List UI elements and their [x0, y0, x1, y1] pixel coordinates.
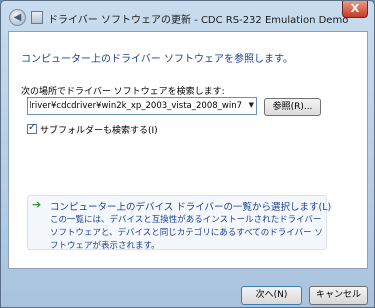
subfolder-label: サブフォルダーも検索する(I)	[40, 126, 158, 136]
back-arrow-icon: ◀	[13, 12, 22, 23]
driver-update-dialog: X ◀ ドライバー ソフトウェアの更新 - CDC RS-232 Emulati…	[0, 0, 375, 308]
path-input[interactable]: loads¥cdcdriver¥cdcdriver¥win2k_xp_2003_…	[30, 101, 242, 111]
title-bar: ◀ ドライバー ソフトウェアの更新 - CDC RS-232 Emulation…	[1, 9, 348, 29]
path-combobox[interactable]: loads¥cdcdriver¥cdcdriver¥win2k_xp_2003_…	[27, 97, 257, 115]
pick-from-list-description: この一覧には、デバイスと互換性があるインストールされたドライバー ソフトウェアと…	[50, 215, 323, 251]
back-button[interactable]: ◀	[9, 9, 26, 26]
device-icon	[31, 11, 43, 24]
next-button[interactable]: 次へ(N)	[241, 286, 302, 305]
chevron-down-icon[interactable]: ▼	[249, 101, 254, 109]
cancel-button[interactable]: キャンセル	[309, 286, 368, 305]
search-location-label: 次の場所でドライバー ソフトウェアを検索します:	[21, 87, 225, 97]
subfolder-checkbox[interactable]	[27, 122, 37, 134]
green-arrow-icon: ➔	[32, 198, 42, 211]
page-heading: コンピューター上のドライバー ソフトウェアを参照します。	[21, 54, 293, 65]
pick-from-list-link[interactable]: コンピューター上のデバイス ドライバーの一覧から選択します(L)	[50, 199, 331, 213]
pick-from-list-option[interactable]: ➔ コンピューター上のデバイス ドライバーの一覧から選択します(L) この一覧に…	[27, 195, 331, 251]
subfolder-option[interactable]: サブフォルダーも検索する(I)	[27, 122, 158, 136]
window-title: ドライバー ソフトウェアの更新 - CDC RS-232 Emulation D…	[48, 15, 349, 26]
browse-button[interactable]: 参照(R)...	[264, 98, 321, 116]
content-panel: コンピューター上のドライバー ソフトウェアを参照します。 次の場所でドライバー …	[8, 31, 368, 269]
